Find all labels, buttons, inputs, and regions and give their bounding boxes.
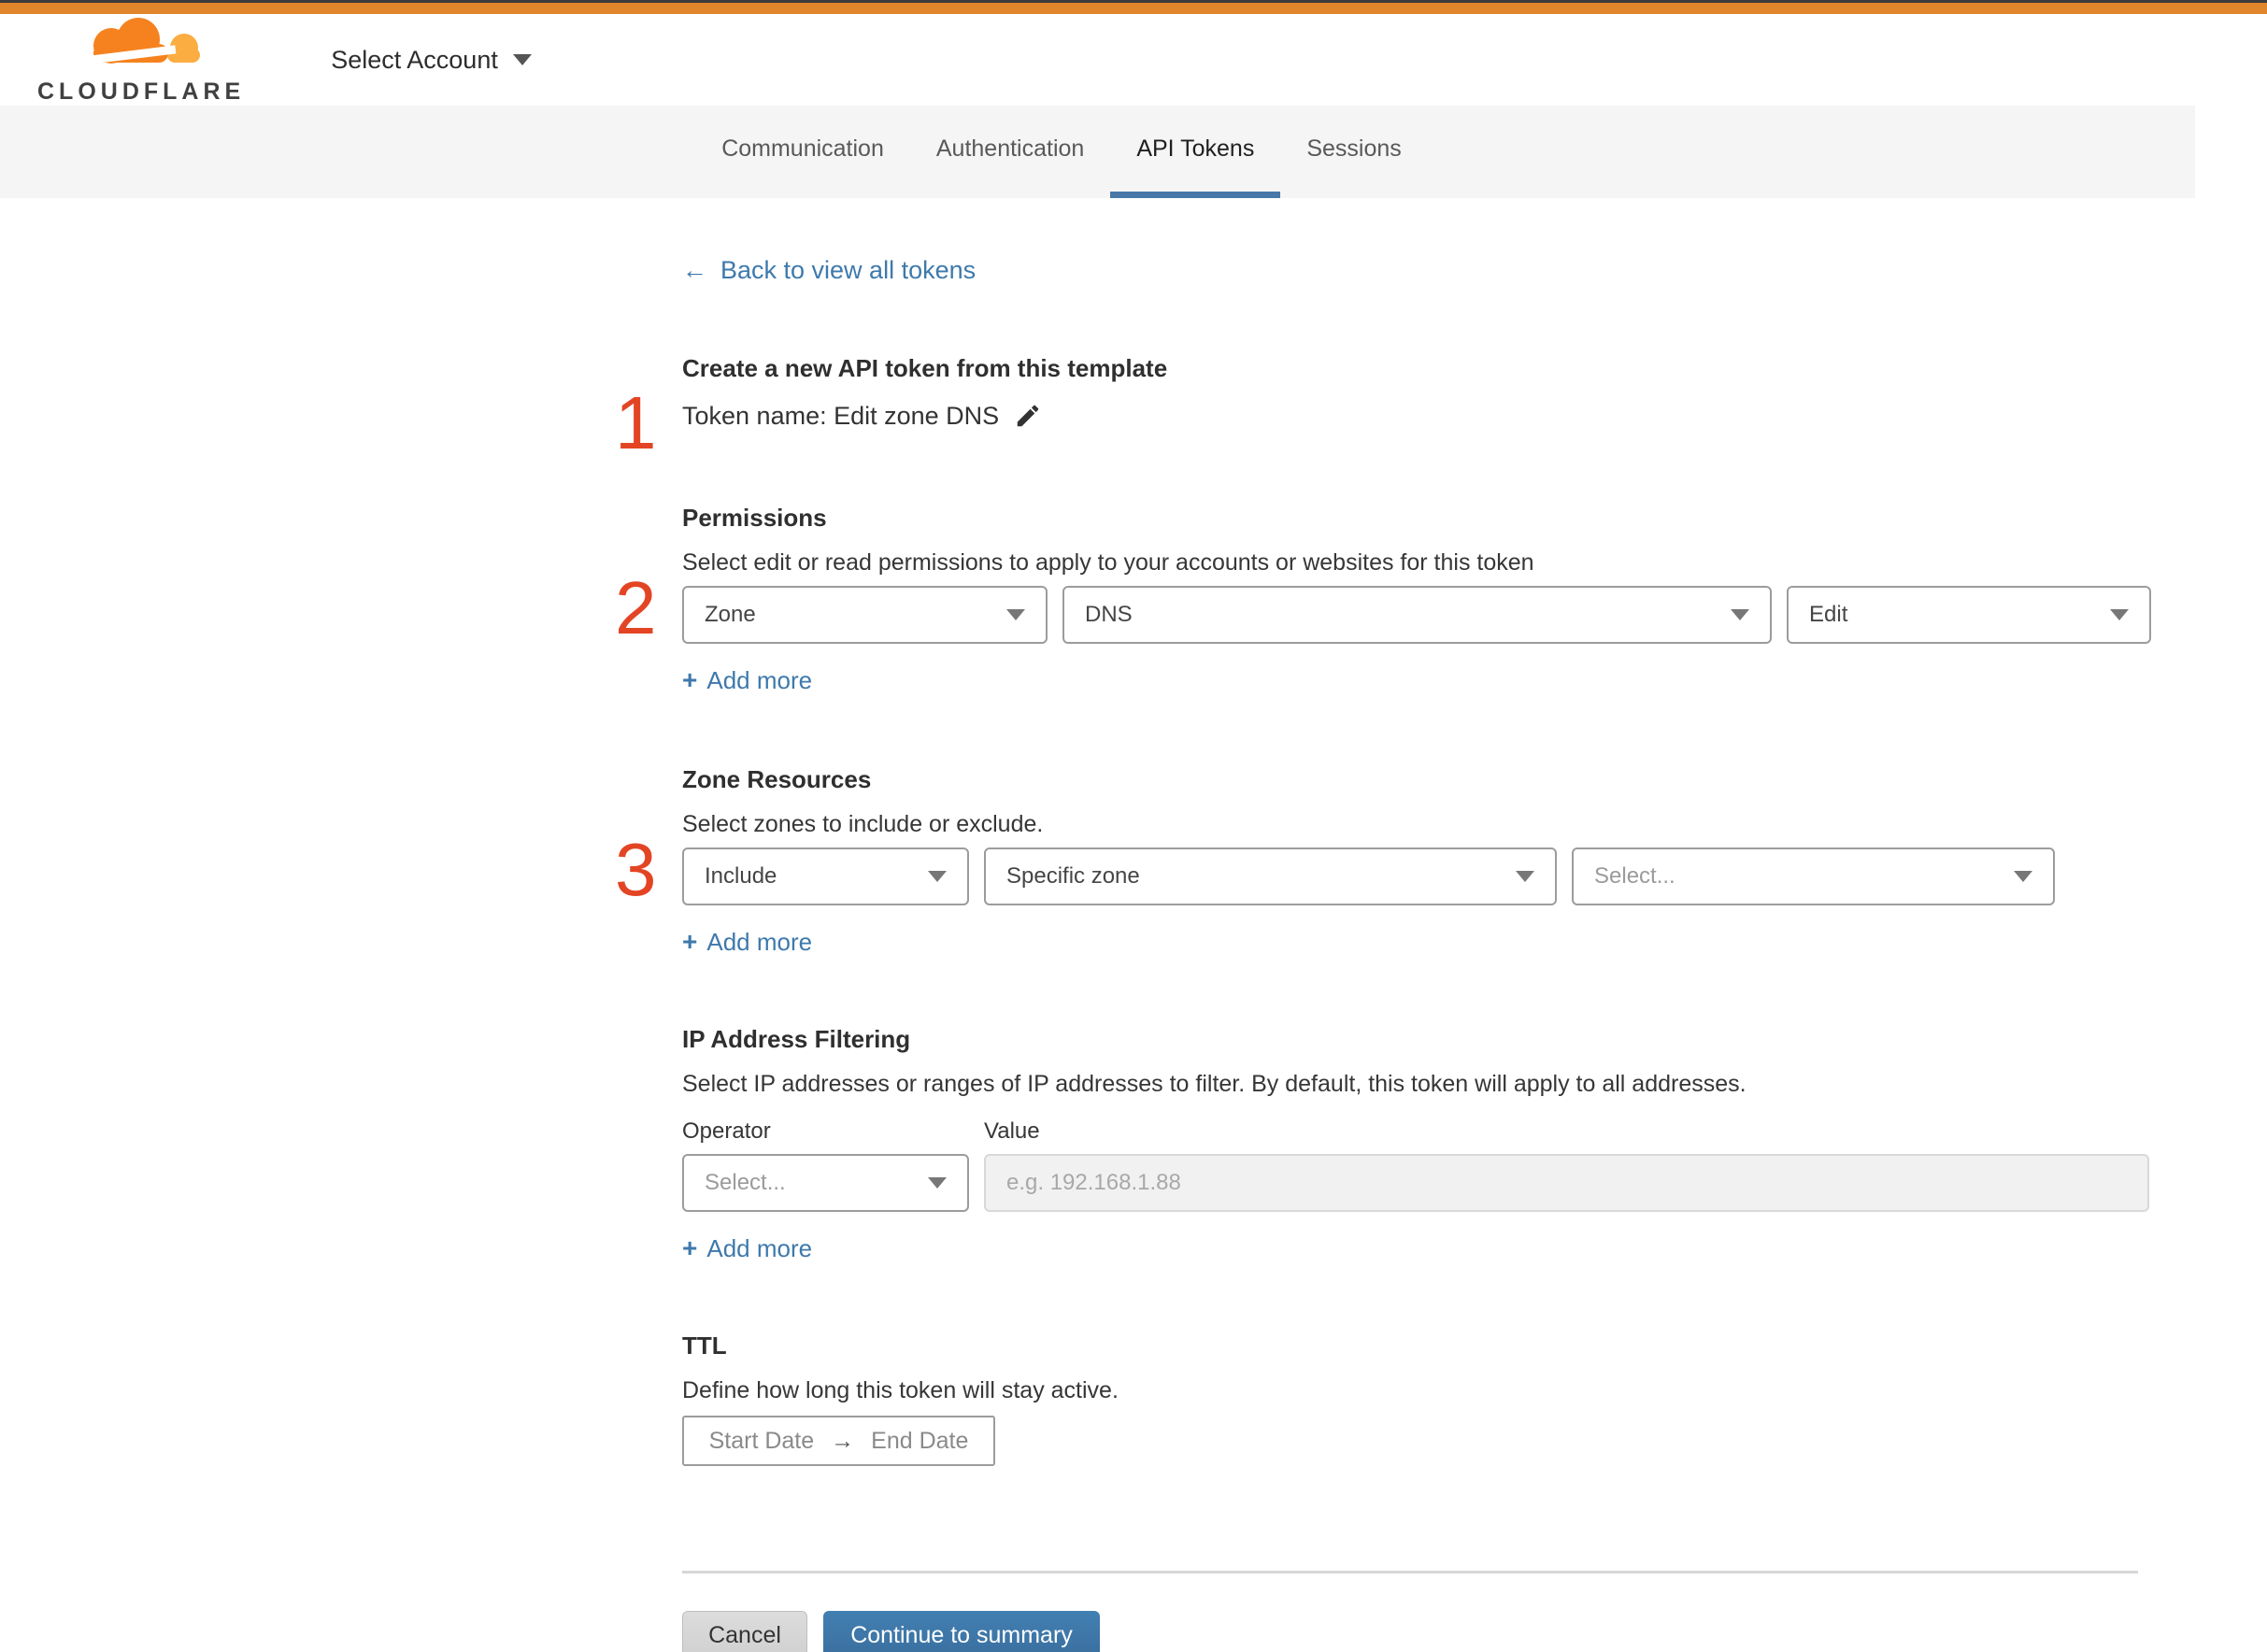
footer-actions: Cancel Continue to summary <box>682 1611 2152 1652</box>
dropdown-caret-icon <box>1516 871 1534 882</box>
zone-operator-select[interactable]: Include <box>682 847 969 905</box>
ttl-heading: TTL <box>682 1332 727 1360</box>
section-ttl: TTL Define how long this token will stay… <box>682 1328 2152 1466</box>
tab-communication[interactable]: Communication <box>695 106 910 198</box>
permissions-heading: Permissions <box>682 504 827 532</box>
step-number-1: 1 <box>615 381 657 464</box>
section-token-name: Create a new API token from this templat… <box>615 350 2152 461</box>
zone-resources-heading: Zone Resources <box>682 765 872 793</box>
back-to-tokens-link[interactable]: ← Back to view all tokens <box>682 256 976 285</box>
plus-icon: + <box>682 665 698 694</box>
dropdown-caret-icon <box>1006 609 1025 620</box>
zone-resources-add-more-link[interactable]: + Add more <box>682 926 812 958</box>
app-root: { "colors": { "top_bar_orange": "#e0862b… <box>0 0 2267 1652</box>
permission-resource-select[interactable]: DNS <box>1062 586 1772 644</box>
end-date-placeholder: End Date <box>871 1427 969 1454</box>
step-number-3: 3 <box>615 828 657 911</box>
dropdown-caret-icon <box>2110 609 2129 620</box>
permission-scope-select[interactable]: Zone <box>682 586 1048 644</box>
tab-api-tokens[interactable]: API Tokens <box>1110 106 1281 198</box>
footer-divider <box>682 1571 2138 1574</box>
permissions-add-more-link[interactable]: + Add more <box>682 664 812 696</box>
account-selector-label: Select Account <box>331 45 498 74</box>
cloudflare-logo[interactable]: CLOUDFLARE <box>37 14 245 106</box>
cloudflare-cloud-icon <box>71 14 211 77</box>
plus-icon: + <box>682 1233 698 1262</box>
tab-sessions[interactable]: Sessions <box>1280 106 1427 198</box>
ip-filtering-description: Select IP addresses or ranges of IP addr… <box>682 1071 1747 1097</box>
zone-type-select[interactable]: Specific zone <box>984 847 1557 905</box>
dropdown-caret-icon <box>928 1177 947 1189</box>
section-ip-filtering: IP Address Filtering Select IP addresses… <box>682 1021 2152 1264</box>
dropdown-caret-icon <box>2014 871 2032 882</box>
continue-to-summary-button[interactable]: Continue to summary <box>823 1611 1100 1652</box>
back-link-label: Back to view all tokens <box>720 256 977 284</box>
value-label: Value <box>984 1118 1040 1144</box>
back-arrow-icon: ← <box>682 256 707 284</box>
ttl-date-range-picker[interactable]: Start Date → End Date <box>682 1416 995 1466</box>
edit-pencil-icon[interactable] <box>1014 402 1042 430</box>
ip-filtering-heading: IP Address Filtering <box>682 1025 911 1053</box>
arrow-right-icon: → <box>831 1427 855 1454</box>
ip-filtering-add-more-link[interactable]: + Add more <box>682 1232 812 1264</box>
account-selector[interactable]: Select Account <box>331 46 532 75</box>
tab-authentication[interactable]: Authentication <box>910 106 1110 198</box>
dropdown-caret-icon <box>928 871 947 882</box>
create-token-heading: Create a new API token from this templat… <box>682 354 1168 382</box>
permission-access-select[interactable]: Edit <box>1787 586 2151 644</box>
permissions-description: Select edit or read permissions to apply… <box>682 549 1534 576</box>
step-number-2: 2 <box>615 566 657 649</box>
section-permissions: Permissions Select edit or read permissi… <box>615 500 2152 696</box>
token-name-text: Token name: Edit zone DNS <box>682 402 1000 430</box>
section-zone-resources: Zone Resources Select zones to include o… <box>615 762 2152 958</box>
ip-value-input[interactable] <box>984 1154 2149 1212</box>
ttl-description: Define how long this token will stay act… <box>682 1377 1119 1403</box>
main-content: ← Back to view all tokens Create a new A… <box>615 198 2152 1652</box>
top-orange-strip <box>0 3 2267 14</box>
tab-bar: Communication Authentication API Tokens … <box>0 106 2195 198</box>
logo-wordmark: CLOUDFLARE <box>37 78 246 105</box>
header: CLOUDFLARE Select Account <box>0 14 2267 106</box>
chevron-down-icon <box>512 54 532 65</box>
cancel-button[interactable]: Cancel <box>682 1611 807 1652</box>
zone-resources-description: Select zones to include or exclude. <box>682 811 1044 837</box>
dropdown-caret-icon <box>1731 609 1749 620</box>
operator-label: Operator <box>682 1118 771 1144</box>
plus-icon: + <box>682 927 698 956</box>
zone-picker-select[interactable]: Select... <box>1572 847 2055 905</box>
start-date-placeholder: Start Date <box>708 1427 815 1454</box>
ip-operator-select[interactable]: Select... <box>682 1154 969 1212</box>
